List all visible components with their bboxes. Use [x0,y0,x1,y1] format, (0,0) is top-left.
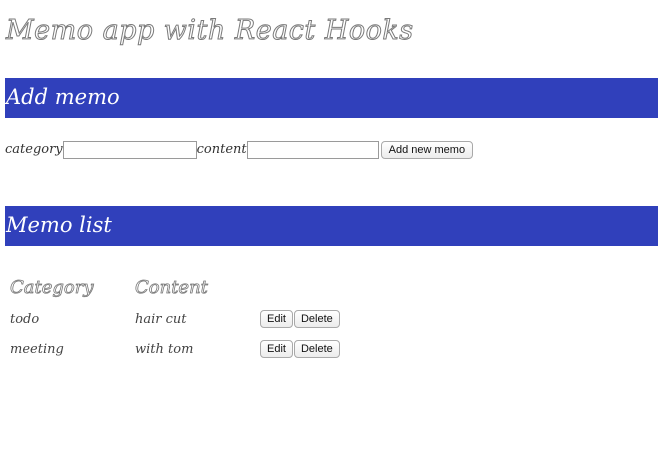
add-memo-header: Add memo [5,78,658,118]
add-memo-form: category content Add new memo [5,140,474,160]
memo-list-header: Memo list [5,206,658,246]
app-title: Memo app with React Hooks [6,15,414,47]
memo-actions: Edit Delete [255,304,341,334]
memo-row: meeting with tom Edit Delete [5,334,341,364]
delete-memo-button[interactable]: Delete [293,310,340,328]
memo-content: hair cut [135,311,187,327]
edit-memo-button[interactable]: Edit [260,310,293,328]
memo-content: with tom [135,341,194,357]
category-input[interactable] [62,141,197,159]
column-header-actions [255,270,341,304]
column-header-category: Category [10,276,94,298]
add-new-memo-button[interactable]: Add new memo [380,141,474,159]
delete-memo-button[interactable]: Delete [293,340,340,358]
memo-row: todo hair cut Edit Delete [5,304,341,334]
category-label: category [5,142,63,157]
content-input[interactable] [246,141,379,159]
edit-memo-button[interactable]: Edit [260,340,293,358]
memo-actions: Edit Delete [255,334,341,364]
content-label: content [196,142,247,157]
memo-category: todo [10,311,40,327]
add-memo-heading: Add memo [6,85,120,109]
memo-app-page: Memo app with React Hooks Add memo categ… [0,0,658,455]
memo-table: Category Content todo hair cut Edit Delet… [5,270,341,364]
column-header-content: Content [135,276,209,298]
memo-table-header-row: Category Content [5,270,341,304]
memo-category: meeting [10,341,64,357]
memo-list-heading: Memo list [6,213,112,237]
